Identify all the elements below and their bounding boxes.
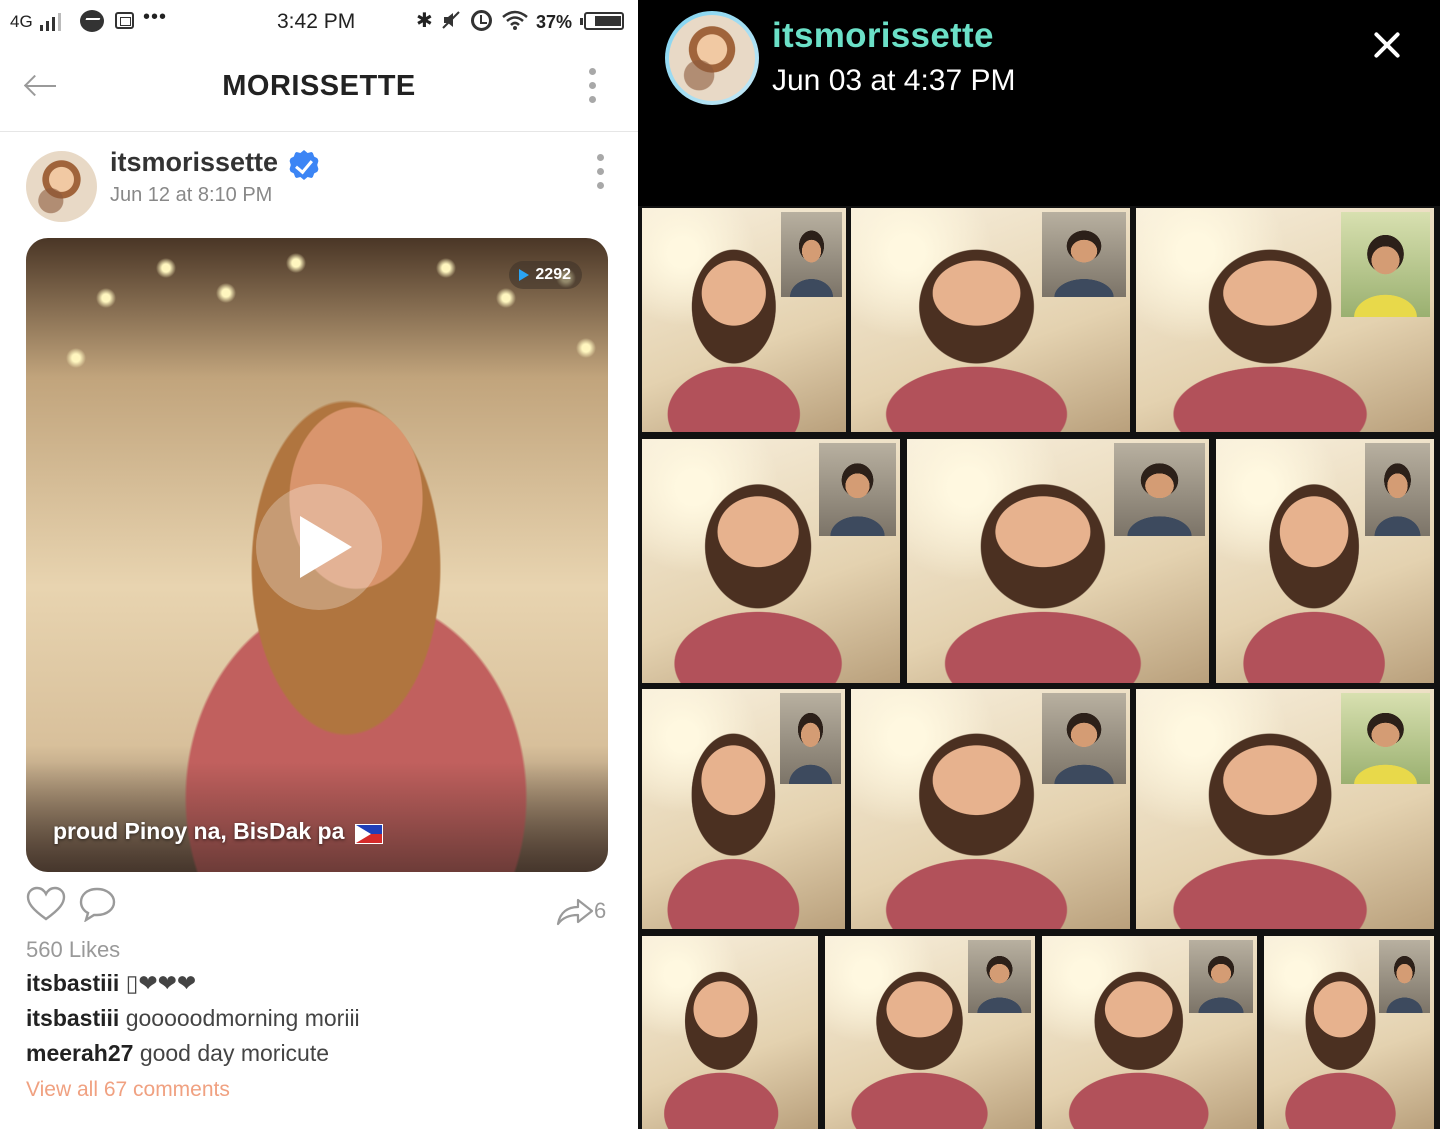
collage-inset (1042, 212, 1126, 298)
collage-tile (642, 936, 818, 1129)
bluetooth-icon: ✱ (416, 10, 433, 32)
story-avatar-ring[interactable] (665, 11, 759, 105)
mail-icon (115, 12, 134, 29)
signal-icon (40, 13, 64, 31)
share-count: 6 (594, 898, 607, 923)
comment-user[interactable]: itsbastiii (26, 1005, 119, 1031)
comment: meerah27 good day moricute (26, 1040, 329, 1067)
status-bar: 4G ••• 3:42 PM ✱ 37% (0, 0, 638, 44)
collage-inset (1340, 212, 1430, 318)
comment-user[interactable]: meerah27 (26, 1040, 133, 1066)
view-count-badge: 2292 (509, 261, 582, 289)
collage-tile (851, 689, 1130, 929)
post-username[interactable]: itsmorissette (110, 147, 278, 178)
comment-text: gooooodmorning moriii (125, 1005, 360, 1031)
battery-icon (580, 12, 624, 30)
philippines-flag-icon (355, 824, 383, 844)
collage-tile (1216, 439, 1434, 683)
story-screen: itsmorissette Jun 03 at 4:37 PM (638, 0, 1440, 1129)
collage-tile (1136, 208, 1434, 432)
collage-inset (780, 212, 842, 298)
comment-user[interactable]: itsbastiii (26, 970, 119, 996)
clock: 3:42 PM (277, 10, 356, 33)
collage-tile (642, 208, 846, 432)
play-icon[interactable] (256, 484, 382, 610)
collage-inset (1188, 940, 1253, 1014)
battery-percent: 37% (536, 12, 573, 32)
more-vertical-icon[interactable] (589, 68, 597, 104)
alarm-icon (471, 10, 492, 31)
app-bar: MORISSETTE (0, 44, 638, 132)
avatar[interactable] (26, 151, 97, 222)
post-screen: 4G ••• 3:42 PM ✱ 37% MORISSETTE itsmoris… (0, 0, 638, 1129)
video-call-collage[interactable] (638, 206, 1440, 1129)
collage-tile (1136, 689, 1434, 929)
post-date: Jun 12 at 8:10 PM (110, 184, 273, 206)
messenger-icon (80, 10, 104, 32)
collage-tile (642, 439, 900, 683)
collage-inset (780, 693, 841, 785)
collage-inset (968, 940, 1031, 1014)
post-caption: proud Pinoy na, BisDak pa (53, 818, 345, 844)
post-header: itsmorissette Jun 12 at 8:10 PM (0, 132, 638, 232)
comment: itsbastiii gooooodmorning moriii (26, 1005, 360, 1032)
network-type: 4G (10, 12, 33, 31)
collage-tile (851, 208, 1130, 432)
collage-inset (1364, 443, 1430, 536)
wifi-icon (502, 10, 528, 30)
comment: itsbastiii ▯❤❤❤ (26, 970, 196, 997)
comment-text: good day moricute (139, 1040, 330, 1066)
collage-inset (818, 443, 896, 536)
avatar (669, 15, 755, 101)
collage-tile (1264, 936, 1434, 1129)
collage-inset (1114, 443, 1205, 536)
collage-inset (1340, 693, 1430, 785)
story-date: Jun 03 at 4:37 PM (772, 64, 1016, 97)
collage-inset (1379, 940, 1430, 1014)
comment-icon[interactable] (79, 886, 116, 922)
mute-icon (442, 11, 460, 29)
collage-inset (1042, 693, 1126, 785)
collage-tile (907, 439, 1209, 683)
verified-badge-icon (289, 150, 319, 180)
collage-tile (642, 689, 845, 929)
close-icon[interactable] (1372, 30, 1402, 60)
post-options-icon[interactable] (597, 154, 605, 190)
collage-tile (825, 936, 1035, 1129)
collage-tile (1042, 936, 1257, 1129)
page-title: MORISSETTE (222, 70, 416, 102)
post-video[interactable]: 2292 proud Pinoy na, BisDak pa (26, 238, 608, 872)
likes-count[interactable]: 560 Likes (26, 937, 120, 963)
comment-text: ▯❤❤❤ (125, 970, 197, 996)
story-username[interactable]: itsmorissette (772, 16, 994, 56)
view-all-comments-link[interactable]: View all 67 comments (26, 1078, 230, 1102)
heart-icon[interactable] (26, 886, 66, 922)
share-icon[interactable] (556, 896, 594, 926)
more-icon: ••• (143, 6, 168, 28)
